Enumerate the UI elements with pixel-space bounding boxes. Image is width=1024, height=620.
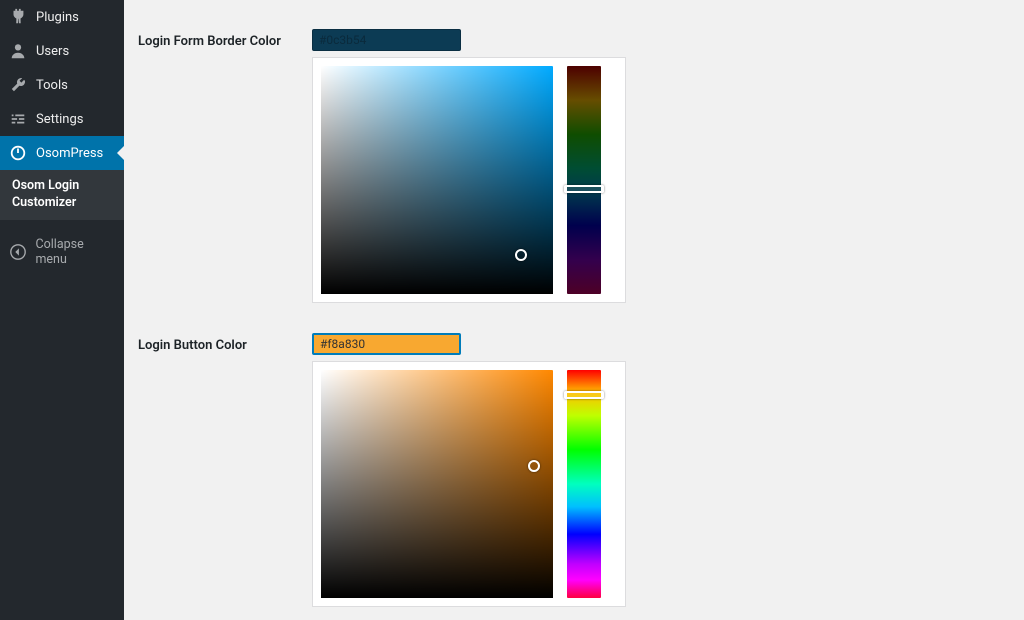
sidebar-item-users[interactable]: Users [0,34,124,68]
field-label: Login Form Border Color [138,29,312,49]
sidebar-item-tools[interactable]: Tools [0,68,124,102]
settings-content: Login Form Border Color Login Button Col… [124,0,1024,620]
hue-handle[interactable] [564,185,604,193]
osompress-icon [8,143,28,163]
sidebar-item-label: Settings [36,112,83,127]
field-login-form-border-color: Login Form Border Color [138,29,1024,303]
field-login-button-color: Login Button Color [138,333,1024,607]
color-hex-input[interactable] [312,29,461,51]
saturation-handle[interactable] [515,249,527,261]
field-control [312,29,626,303]
saturation-handle[interactable] [528,460,540,472]
sidebar-item-label: Tools [36,78,68,93]
wrench-icon [8,75,28,95]
sidebar-subitem-osom-login-customizer[interactable]: Osom Login Customizer [0,170,124,220]
hue-handle[interactable] [564,391,604,399]
saturation-lightness-area[interactable] [321,370,553,598]
sidebar-item-plugins[interactable]: Plugins [0,0,124,34]
collapse-menu-label: Collapse menu [35,237,116,267]
hue-slider[interactable] [567,370,601,598]
color-picker-panel [312,57,626,303]
saturation-lightness-area[interactable] [321,66,553,294]
sliders-icon [8,109,28,129]
color-picker-panel [312,361,626,607]
sidebar-item-osompress[interactable]: OsomPress [0,136,124,170]
sidebar-item-label: Users [36,44,69,59]
sidebar-item-label: Plugins [36,10,79,25]
plugin-icon [8,7,28,27]
admin-sidebar: Plugins Users Tools Settings OsomPress O… [0,0,124,620]
collapse-menu-button[interactable]: Collapse menu [0,230,124,274]
sidebar-item-label: OsomPress [36,146,103,161]
field-label: Login Button Color [138,333,312,353]
user-icon [8,41,28,61]
collapse-icon [8,242,27,262]
hue-slider[interactable] [567,66,601,294]
sidebar-item-settings[interactable]: Settings [0,102,124,136]
color-hex-input[interactable] [312,333,461,355]
field-control [312,333,626,607]
